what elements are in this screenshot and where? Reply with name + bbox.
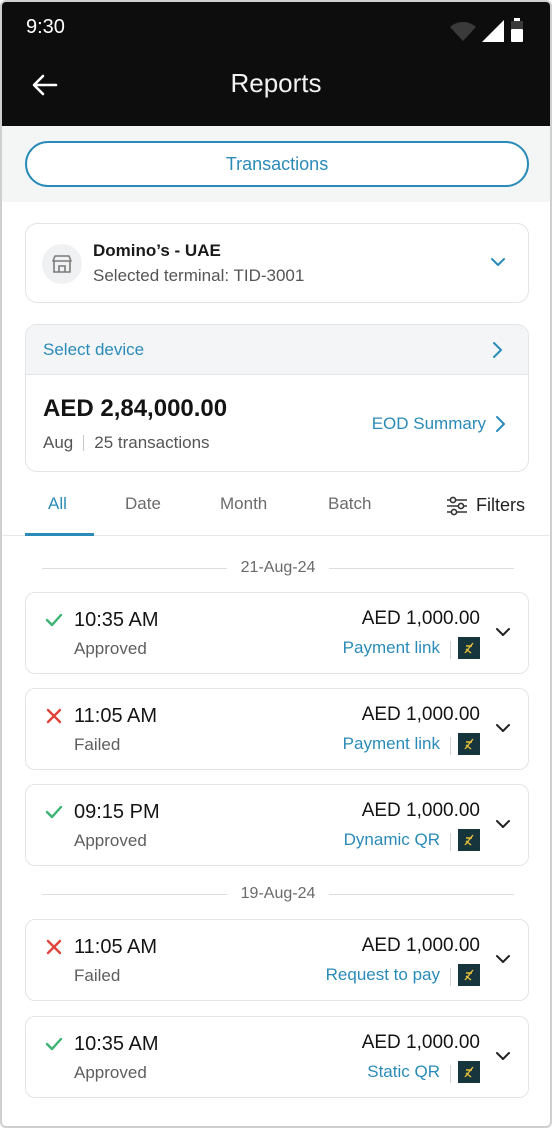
method-divider bbox=[450, 737, 451, 755]
tab-month[interactable]: Month bbox=[220, 494, 267, 514]
transaction-time: 09:15 PM bbox=[74, 801, 160, 823]
method-divider bbox=[450, 1065, 451, 1083]
transaction-amount: AED 1,000.00 bbox=[361, 608, 480, 629]
check-icon bbox=[45, 805, 63, 819]
summary-card: Select device AED 2,84,000.00 Aug 25 tra… bbox=[25, 324, 529, 472]
method-divider bbox=[450, 968, 451, 986]
transaction-amount: AED 1,000.00 bbox=[361, 704, 480, 725]
filter-sliders-icon bbox=[447, 496, 467, 515]
battery-icon bbox=[511, 18, 523, 42]
filters-button[interactable]: Filters bbox=[446, 495, 525, 516]
chevron-right-icon bbox=[493, 342, 502, 358]
transaction-time: 10:35 AM bbox=[74, 609, 159, 631]
wifi-icon bbox=[450, 22, 476, 41]
transaction-method: Request to pay bbox=[325, 965, 440, 984]
cross-icon bbox=[46, 708, 62, 724]
eod-summary-label: EOD Summary bbox=[371, 414, 486, 433]
cross-icon bbox=[46, 939, 62, 955]
check-icon bbox=[45, 1037, 63, 1051]
tab-all[interactable]: All bbox=[48, 494, 67, 514]
transaction-card[interactable]: 10:35 AM Approved AED 1,000.00 Payment l… bbox=[25, 592, 529, 674]
method-divider bbox=[450, 833, 451, 851]
app-header: 9:30 Reports bbox=[2, 2, 550, 126]
transaction-card[interactable]: 11:05 AM Failed AED 1,000.00 Payment lin… bbox=[25, 688, 529, 770]
transaction-status: Approved bbox=[74, 831, 147, 850]
check-icon bbox=[45, 613, 63, 627]
chevron-right-icon bbox=[496, 416, 505, 432]
transaction-method: Static QR bbox=[367, 1062, 440, 1081]
transaction-time: 10:35 AM bbox=[74, 1033, 159, 1055]
transactions-count: 25 transactions bbox=[94, 433, 210, 452]
terminal-icon bbox=[458, 733, 480, 755]
merchant-selector[interactable]: Domino’s - UAE Selected terminal: TID-30… bbox=[25, 223, 529, 303]
meta-divider bbox=[83, 435, 85, 451]
transaction-status: Approved bbox=[74, 1063, 147, 1082]
store-icon bbox=[52, 255, 72, 273]
eod-summary-link[interactable]: EOD Summary bbox=[372, 414, 506, 434]
terminal-icon bbox=[458, 1061, 480, 1083]
chevron-down-icon[interactable] bbox=[494, 719, 512, 737]
transaction-method: Payment link bbox=[342, 638, 440, 657]
select-device-label: Select device bbox=[43, 340, 145, 359]
tab-batch[interactable]: Batch bbox=[328, 494, 371, 514]
total-amount: AED 2,84,000.00 bbox=[43, 395, 228, 422]
transaction-amount: AED 1,000.00 bbox=[361, 800, 480, 821]
transaction-amount: AED 1,000.00 bbox=[361, 935, 480, 956]
tab-date[interactable]: Date bbox=[125, 494, 161, 514]
select-device-row[interactable]: Select device bbox=[26, 325, 528, 375]
date-label: 19-Aug-24 bbox=[240, 885, 316, 902]
transactions-segment-button[interactable]: Transactions bbox=[25, 141, 529, 187]
transaction-status: Failed bbox=[74, 966, 121, 985]
transaction-status: Failed bbox=[74, 735, 121, 754]
chevron-down-icon[interactable] bbox=[494, 815, 512, 833]
signal-icon bbox=[482, 20, 504, 42]
date-divider: 19-Aug-24 bbox=[42, 882, 514, 906]
status-time: 9:30 bbox=[26, 16, 65, 38]
terminal-icon bbox=[458, 829, 480, 851]
terminal-icon bbox=[458, 964, 480, 986]
phone-screen: 9:30 Reports Transactions Domino’s - UAE… bbox=[0, 0, 552, 1128]
method-divider bbox=[450, 641, 451, 659]
filters-label: Filters bbox=[476, 495, 525, 515]
total-meta: Aug 25 transactions bbox=[43, 433, 210, 453]
status-icons bbox=[450, 18, 524, 42]
transaction-method: Payment link bbox=[342, 734, 440, 753]
transaction-amount: AED 1,000.00 bbox=[361, 1032, 480, 1053]
date-label: 21-Aug-24 bbox=[240, 559, 316, 576]
transaction-method: Dynamic QR bbox=[343, 830, 440, 849]
transaction-card[interactable]: 10:35 AM Approved AED 1,000.00 Static QR bbox=[25, 1016, 529, 1098]
transaction-card[interactable]: 09:15 PM Approved AED 1,000.00 Dynamic Q… bbox=[25, 784, 529, 866]
terminal-icon bbox=[458, 637, 480, 659]
transaction-time: 11:05 AM bbox=[74, 705, 158, 727]
selected-terminal: Selected terminal: TID-3001 bbox=[93, 266, 305, 285]
segment-area: Transactions bbox=[2, 126, 550, 202]
transaction-time: 11:05 AM bbox=[74, 936, 158, 958]
chevron-down-icon[interactable] bbox=[494, 1047, 512, 1065]
chevron-down-icon bbox=[491, 258, 505, 266]
date-divider: 21-Aug-24 bbox=[42, 556, 514, 580]
transaction-card[interactable]: 11:05 AM Failed AED 1,000.00 Request to … bbox=[25, 919, 529, 1001]
filter-tabs: All Date Month Batch Filters bbox=[2, 482, 550, 536]
page-title: Reports bbox=[230, 68, 322, 98]
chevron-down-icon[interactable] bbox=[494, 623, 512, 641]
chevron-down-icon[interactable] bbox=[494, 950, 512, 968]
store-badge bbox=[42, 244, 82, 284]
period-label: Aug bbox=[43, 433, 74, 452]
transaction-status: Approved bbox=[74, 639, 147, 658]
merchant-name: Domino’s - UAE bbox=[93, 241, 221, 260]
active-tab-indicator bbox=[25, 533, 94, 536]
